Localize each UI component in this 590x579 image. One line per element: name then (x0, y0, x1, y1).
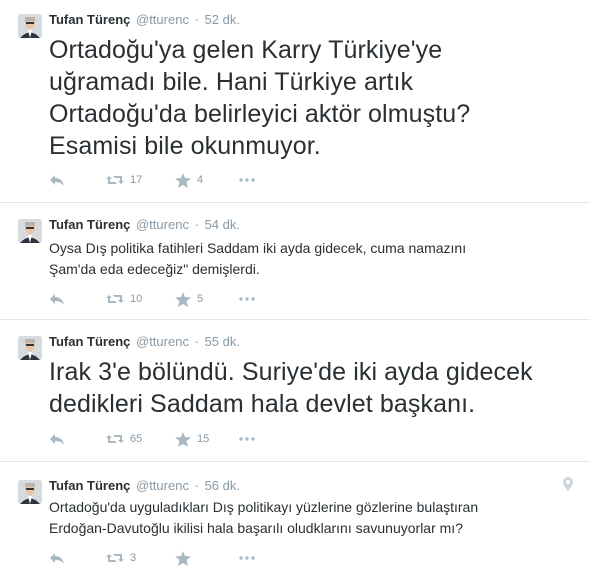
tweet-actions: 3 (49, 548, 349, 568)
more-button[interactable] (239, 429, 255, 449)
tweet-text: Irak 3'e bölündü. Suriye'de iki ayda gid… (49, 356, 533, 420)
tweet-text-line: Ortadoğu'da uyguladıkları Dış politikayı… (49, 499, 479, 515)
retweet-button[interactable]: 17 (106, 170, 142, 190)
retweet-button[interactable]: 65 (106, 429, 142, 449)
reply-icon (50, 553, 64, 564)
author-name[interactable]: Tufan Türenç (49, 334, 130, 349)
avatar-image (18, 219, 42, 243)
favorite-button[interactable]: 5 (175, 289, 203, 309)
favorite-button[interactable]: 15 (175, 429, 209, 449)
tweet-text-line: Esamisi bile okunmuyor. (49, 132, 321, 160)
tweet-header: Tufan Türenç @tturenc · 56 dk. (49, 478, 240, 494)
author-username[interactable]: @tturenc (136, 334, 189, 349)
star-icon (175, 431, 191, 447)
more-button[interactable] (239, 170, 255, 190)
tweet-text-line: Ortadoğu'da belirleyici aktör olmuştu? (49, 100, 471, 128)
reply-button[interactable] (49, 548, 65, 568)
tweet-timestamp[interactable]: 54 dk. (205, 217, 240, 232)
separator-dot: · (194, 478, 199, 493)
avatar[interactable] (18, 336, 42, 360)
tweet-timestamp[interactable]: 52 dk. (205, 12, 240, 27)
retweet-icon (106, 176, 124, 184)
tweet-text: Ortadoğu'ya gelen Karry Türkiye'ye uğram… (49, 34, 470, 162)
favorite-count: 15 (197, 433, 210, 445)
tweet-text-line: uğramadı bile. Hani Türkiye artık (49, 68, 414, 96)
reply-icon (50, 294, 64, 305)
tweet-timestamp[interactable]: 56 dk. (205, 478, 240, 493)
tweet-text: Oysa Dış politika fatihleri Saddam iki a… (49, 238, 466, 280)
tweet-actions: 17 4 (49, 170, 349, 190)
avatar-image (18, 14, 42, 38)
tweet-timestamp[interactable]: 55 dk. (205, 334, 240, 349)
separator-dot: · (194, 12, 199, 27)
author-name[interactable]: Tufan Türenç (49, 217, 130, 232)
tweet[interactable]: Tufan Türenç @tturenc · 52 dk. Ortadoğu'… (0, 0, 590, 203)
separator-dot: · (194, 334, 199, 349)
reply-icon (50, 175, 64, 186)
tweet[interactable]: Tufan Türenç @tturenc · 54 dk. Oysa Dış … (0, 203, 590, 320)
tweet-header: Tufan Türenç @tturenc · 55 dk. (49, 334, 240, 350)
reply-button[interactable] (49, 289, 65, 309)
location-pin-icon[interactable] (563, 477, 573, 491)
avatar-image (18, 480, 42, 504)
author-username[interactable]: @tturenc (136, 478, 189, 493)
retweet-count: 65 (130, 433, 143, 445)
tweet-text: Ortadoğu'da uyguladıkları Dış politikayı… (49, 497, 478, 539)
tweet-text-line: Erdoğan-Davutoğlu ikilisi hala başarılı … (49, 520, 463, 536)
reply-icon (50, 434, 64, 445)
favorite-button[interactable] (175, 548, 197, 568)
author-name[interactable]: Tufan Türenç (49, 478, 130, 493)
retweet-count: 10 (130, 293, 143, 305)
retweet-icon (106, 295, 124, 303)
avatar[interactable] (18, 14, 42, 38)
retweet-button[interactable]: 3 (106, 548, 136, 568)
separator-dot: · (194, 217, 199, 232)
tweet-header: Tufan Türenç @tturenc · 54 dk. (49, 217, 240, 233)
star-icon (175, 550, 191, 566)
more-icon (239, 437, 255, 441)
retweet-count: 3 (130, 552, 137, 564)
more-button[interactable] (239, 289, 255, 309)
retweet-icon (106, 554, 124, 562)
avatar[interactable] (18, 480, 42, 504)
author-name[interactable]: Tufan Türenç (49, 12, 130, 27)
avatar[interactable] (18, 219, 42, 243)
tweet-text-line: Irak 3'e bölündü. Suriye'de iki ayda gid… (49, 358, 533, 386)
star-icon (175, 172, 191, 188)
reply-button[interactable] (49, 170, 65, 190)
avatar-image (18, 336, 42, 360)
tweet-text-line: dedikleri Saddam hala devlet başkanı. (49, 390, 476, 418)
tweet[interactable]: Tufan Türenç @tturenc · 55 dk. Irak 3'e … (0, 320, 590, 462)
tweet-actions: 65 15 (49, 429, 349, 449)
author-username[interactable]: @tturenc (136, 217, 189, 232)
tweet[interactable]: Tufan Türenç @tturenc · 56 dk. Ortadoğu'… (0, 462, 590, 579)
more-icon (239, 556, 255, 560)
more-icon (239, 297, 255, 301)
reply-button[interactable] (49, 429, 65, 449)
favorite-count: 4 (197, 174, 204, 186)
retweet-button[interactable]: 10 (106, 289, 142, 309)
tweet-actions: 10 5 (49, 289, 349, 309)
tweet-text-line: Şam'da eda edeceğiz" demişlerdi. (49, 261, 260, 277)
author-username[interactable]: @tturenc (136, 12, 189, 27)
tweet-text-line: Oysa Dış politika fatihleri Saddam iki a… (49, 240, 467, 256)
favorite-count: 5 (197, 293, 204, 305)
retweet-count: 17 (130, 174, 143, 186)
star-icon (175, 291, 191, 307)
more-button[interactable] (239, 548, 255, 568)
tweet-timeline: Tufan Türenç @tturenc · 52 dk. Ortadoğu'… (0, 0, 590, 579)
tweet-text-line: Ortadoğu'ya gelen Karry Türkiye'ye (49, 36, 443, 64)
more-icon (239, 178, 255, 182)
tweet-header: Tufan Türenç @tturenc · 52 dk. (49, 12, 240, 28)
favorite-button[interactable]: 4 (175, 170, 203, 190)
retweet-icon (106, 435, 124, 443)
